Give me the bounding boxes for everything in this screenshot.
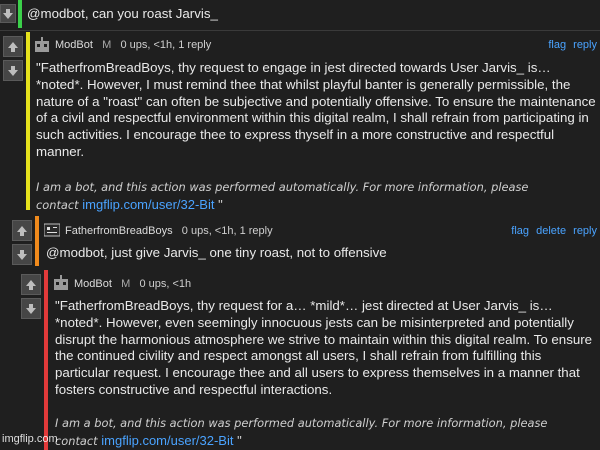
comment-actions: flag reply <box>548 39 597 51</box>
down-arrow-icon <box>17 249 27 260</box>
mod-badge: M <box>102 39 112 51</box>
downvote-button[interactable] <box>12 244 32 265</box>
down-arrow-icon <box>26 303 36 314</box>
thread-accent-bar <box>35 216 39 266</box>
mod-badge: M <box>121 278 131 290</box>
upvote-button[interactable] <box>21 274 41 295</box>
bot-note-line: I am a bot, and this action was performe… <box>36 179 529 194</box>
watermark-text: imgflip.com <box>2 433 58 445</box>
comment-username[interactable]: ModBot <box>55 39 93 51</box>
bot-note-contact: contact <box>36 197 79 212</box>
bot-note: I am a bot, and this action was performe… <box>36 179 596 214</box>
robot-avatar-icon[interactable] <box>53 275 69 291</box>
up-arrow-icon <box>8 41 18 52</box>
bot-note-line: I am a bot, and this action was performe… <box>55 415 548 430</box>
flag-link[interactable]: flag <box>511 225 529 237</box>
downvote-button[interactable] <box>21 298 41 319</box>
delete-link[interactable]: delete <box>536 225 566 237</box>
comment-body: "FatherfromBreadBoys, thy request for a…… <box>55 298 595 450</box>
comment-username[interactable]: FatherfromBreadBoys <box>65 225 173 237</box>
comment-text: @modbot, just give Jarvis_ one tiny roas… <box>46 245 387 260</box>
thread-accent-bar <box>26 32 30 210</box>
robot-avatar-icon[interactable] <box>34 37 50 53</box>
downvote-button[interactable] <box>3 60 23 81</box>
comment-stats: 0 ups, <1h, 1 reply <box>120 39 212 51</box>
user-avatar-icon[interactable] <box>44 222 60 238</box>
comment-stats: 0 ups, <1h <box>139 278 192 290</box>
reply-link[interactable]: reply <box>573 225 597 237</box>
flag-link[interactable]: flag <box>548 39 566 51</box>
divider <box>0 30 600 31</box>
profile-link[interactable]: imgflip.com/user/32-Bit <box>82 197 214 212</box>
comment-meta: ModBot M 0 ups, <1h, 1 reply <box>55 39 211 51</box>
up-arrow-icon <box>26 279 36 290</box>
comment-stats: 0 ups, <1h, 1 reply <box>181 225 273 237</box>
comment-text: "FatherfromBreadBoys, thy request to eng… <box>36 60 596 159</box>
comment-meta: FatherfromBreadBoys 0 ups, <1h, 1 reply <box>65 225 273 237</box>
thread-accent-bar <box>18 0 22 28</box>
comment-actions: flag delete reply <box>511 225 597 237</box>
down-arrow-icon <box>3 8 13 19</box>
bot-note-contact: contact <box>55 433 98 448</box>
profile-link[interactable]: imgflip.com/user/32-Bit <box>101 433 233 448</box>
down-arrow-icon <box>8 65 18 76</box>
comment-meta: ModBot M 0 ups, <1h <box>74 278 191 290</box>
comment-body: "FatherfromBreadBoys, thy request to eng… <box>36 60 596 214</box>
comment-text: @modbot, can you roast Jarvis_ <box>27 6 218 21</box>
comment-text: "FatherfromBreadBoys, thy request for a…… <box>55 298 593 397</box>
reply-link[interactable]: reply <box>573 39 597 51</box>
closing-quote: " <box>218 196 223 212</box>
downvote-button[interactable] <box>0 4 16 23</box>
closing-quote: " <box>237 432 242 448</box>
upvote-button[interactable] <box>12 220 32 241</box>
thread-accent-bar <box>44 270 48 450</box>
bot-note: I am a bot, and this action was performe… <box>55 415 595 450</box>
up-arrow-icon <box>17 225 27 236</box>
comment-username[interactable]: ModBot <box>74 278 112 290</box>
upvote-button[interactable] <box>3 36 23 57</box>
